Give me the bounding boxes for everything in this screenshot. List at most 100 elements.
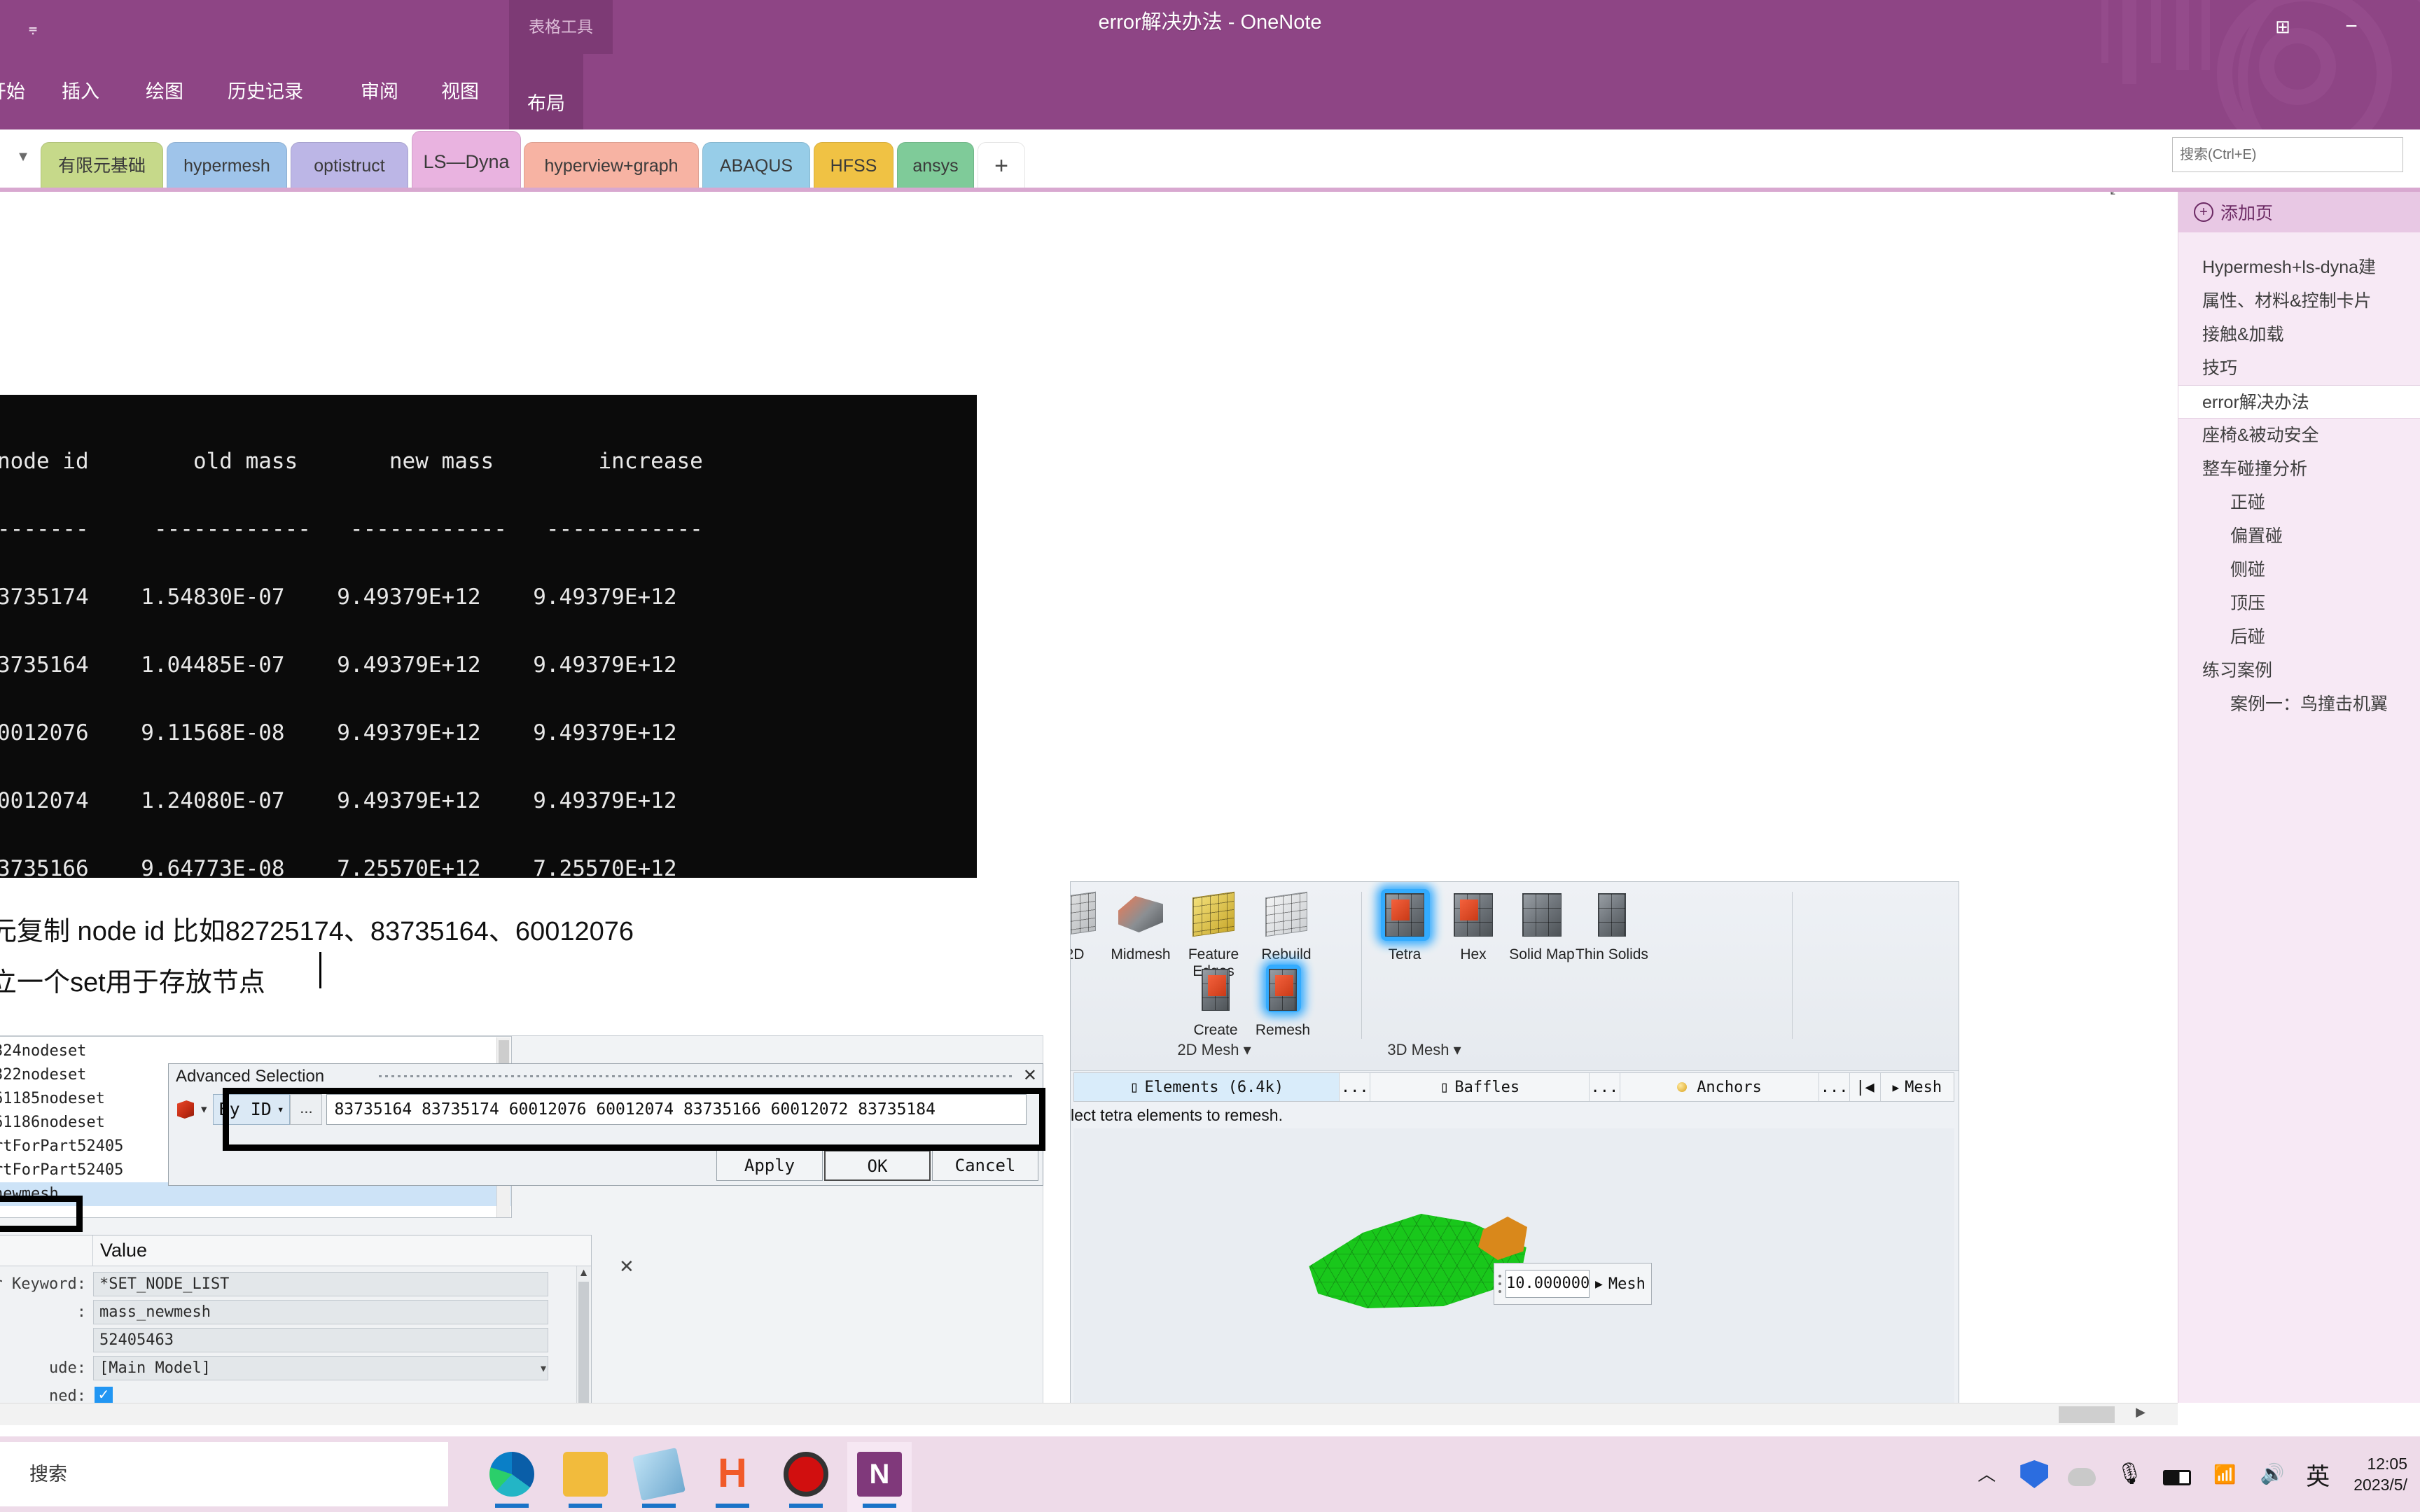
battery-icon[interactable] <box>2163 1469 2192 1485</box>
ribbon-button-tetra[interactable]: Tetra <box>1368 889 1441 963</box>
add-section-button[interactable]: + <box>978 142 1025 189</box>
ribbon-button-solid-map[interactable]: Solid Map <box>1505 889 1578 963</box>
ribbon-display-options-icon[interactable]: ⊞ <box>2258 10 2308 43</box>
reset-icon[interactable]: |◀ <box>1850 1073 1881 1101</box>
page-canvas[interactable]: ⤢ node id old mass new mass increase ---… <box>0 192 2146 1403</box>
ribbon-button-thin-solids[interactable]: Thin Solids <box>1576 889 1648 963</box>
chevron-down-icon[interactable]: ▾ <box>1454 1041 1461 1058</box>
section-tab-hypermesh[interactable]: hypermesh <box>167 142 287 189</box>
selector-baffles-more[interactable]: ... <box>1590 1073 1620 1101</box>
mesh-size-popup[interactable]: 10.000000 ▶ Mesh <box>1494 1263 1652 1305</box>
cancel-button[interactable]: Cancel <box>932 1150 1038 1181</box>
property-value[interactable]: *SET_NODE_LIST <box>93 1272 548 1296</box>
selector-anchors[interactable]: Anchors <box>1620 1073 1820 1101</box>
page-item-full-vehicle-crash[interactable]: 整车碰撞分析 <box>2187 452 2420 486</box>
add-page-button[interactable]: + 添加页 <box>2178 192 2420 232</box>
ok-button[interactable]: OK <box>824 1150 931 1181</box>
ribbon-button-remesh[interactable]: Remesh <box>1246 965 1319 1039</box>
section-tab-finite-element-basics[interactable]: 有限元基础 <box>41 142 163 189</box>
ribbon-tab-history[interactable]: 历史记录 <box>228 78 303 106</box>
ime-indicator[interactable]: 英 <box>2306 1457 2330 1492</box>
expand-icon[interactable]: ⤢ <box>2104 192 2128 202</box>
apply-button[interactable]: Apply <box>716 1150 823 1181</box>
cloud-icon[interactable] <box>2068 1467 2096 1486</box>
page-item-properties-materials[interactable]: 属性、材料&控制卡片 <box>2187 284 2420 318</box>
mesh-size-input[interactable]: 10.000000 <box>1505 1270 1590 1298</box>
mesh-button[interactable]: ▶ Mesh <box>1881 1073 1954 1101</box>
close-icon[interactable]: ✕ <box>1023 1065 1037 1086</box>
property-value[interactable]: [Main Model] <box>93 1356 548 1380</box>
close-icon[interactable]: ✕ <box>619 1256 634 1278</box>
ribbon-tab-review[interactable]: 审阅 <box>361 78 398 106</box>
page-item-practice-cases[interactable]: 练习案例 <box>2187 654 2420 687</box>
section-tab-abaqus[interactable]: ABAQUS <box>702 142 810 189</box>
taskbar-app-edge[interactable] <box>480 1442 544 1512</box>
page-item-roof-crush[interactable]: 顶压 <box>2187 587 2420 620</box>
section-tab-hfss[interactable]: HFSS <box>814 142 893 189</box>
ribbon-tab-draw[interactable]: 绘图 <box>146 78 183 106</box>
property-row-checkbox[interactable]: ned: ✓ <box>0 1382 591 1403</box>
property-value[interactable]: mass_newmesh <box>93 1300 548 1324</box>
scrollbar-thumb[interactable] <box>2059 1406 2115 1423</box>
page-item-side-crash[interactable]: 侧碰 <box>2187 553 2420 587</box>
section-tab-ansys[interactable]: ansys <box>897 142 974 189</box>
ribbon-button-create[interactable]: Create <box>1179 965 1252 1039</box>
taskbar-app-file-explorer[interactable] <box>553 1442 618 1512</box>
property-row[interactable]: 52405463 <box>0 1326 591 1354</box>
property-row[interactable]: ude: [Main Model] ▾ <box>0 1354 591 1382</box>
section-tab-ls-dyna[interactable]: LS—Dyna <box>412 131 521 189</box>
list-item[interactable]: gid2324nodeset <box>0 1040 511 1063</box>
section-tab-optistruct[interactable]: optistruct <box>291 142 408 189</box>
page-item-seat-passive-safety[interactable]: 座椅&被动安全 <box>2187 419 2420 452</box>
taskbar-search-input[interactable]: 搜索 <box>0 1442 448 1506</box>
page-item-contact-loading[interactable]: 接触&加载 <box>2187 318 2420 351</box>
property-label: er Keyword: <box>0 1275 86 1293</box>
microphone-icon[interactable]: 🎙 <box>2115 1460 2143 1488</box>
ribbon-tab-start[interactable]: 开始 <box>0 78 25 106</box>
ribbon-tab-layout[interactable]: 布局 <box>509 54 583 130</box>
drag-grip-icon[interactable] <box>1494 1264 1505 1304</box>
taskbar-app-onenote[interactable]: N <box>847 1442 912 1512</box>
property-editor-scrollbar[interactable]: ▲ <box>576 1266 590 1403</box>
property-row[interactable]: er Keyword: *SET_NODE_LIST <box>0 1270 591 1298</box>
page-item-case-one[interactable]: 案例一：鸟撞击机翼 <box>2187 687 2420 721</box>
ribbon-tab-insert[interactable]: 插入 <box>62 78 99 106</box>
scroll-up-icon[interactable]: ▲ <box>577 1266 590 1280</box>
wifi-icon[interactable]: 📶 <box>2211 1460 2239 1488</box>
selector-elements[interactable]: ▯ Elements (6.4k) <box>1074 1073 1340 1101</box>
selector-baffles[interactable]: ▯ Baffles <box>1370 1073 1590 1101</box>
scroll-right-icon[interactable]: ▶ <box>2136 1405 2146 1420</box>
section-tab-hyperview-graph[interactable]: hyperview+graph <box>524 142 699 189</box>
play-icon[interactable]: ▶ <box>1590 1277 1608 1292</box>
page-item-frontal-crash[interactable]: 正碰 <box>2187 486 2420 519</box>
entity-selector-icon[interactable] <box>174 1098 198 1121</box>
3d-viewport[interactable]: Z 10.000000 ▶ Mesh <box>1073 1128 1954 1403</box>
page-item-rear-crash[interactable]: 后碰 <box>2187 620 2420 654</box>
page-item-tips[interactable]: 技巧 <box>2187 351 2420 385</box>
page-item-error-solutions[interactable]: error解决办法 <box>2178 385 2420 419</box>
page-scrollbar-horizontal[interactable]: ▶ <box>0 1403 2178 1425</box>
search-input[interactable]: 搜索(Ctrl+E) <box>2172 137 2403 172</box>
selector-anchors-more[interactable]: ... <box>1819 1073 1850 1101</box>
checkbox-checked[interactable]: ✓ <box>95 1387 113 1403</box>
ribbon-tab-view[interactable]: 视图 <box>441 78 479 106</box>
speaker-icon[interactable]: 🔊 <box>2258 1460 2286 1488</box>
ribbon-button-midmesh[interactable]: Midmesh <box>1104 889 1177 963</box>
chevron-down-icon[interactable]: ▾ <box>201 1102 207 1116</box>
minimize-icon[interactable]: − <box>2326 10 2377 43</box>
page-item-hypermesh-lsdyna[interactable]: Hypermesh+ls-dyna建 <box>2187 251 2420 284</box>
chevron-down-icon[interactable]: ▾ <box>541 1362 546 1376</box>
taskbar-app-sticky-notes[interactable] <box>627 1442 691 1512</box>
taskbar-clock[interactable]: 12:05 2023/5/ <box>2353 1453 2407 1495</box>
shield-icon[interactable] <box>2020 1460 2049 1488</box>
taskbar-app-hypermesh[interactable]: H <box>700 1442 765 1512</box>
property-value[interactable]: 52405463 <box>93 1328 548 1352</box>
chevron-down-icon[interactable]: ▼ <box>13 149 34 170</box>
ribbon-button-hex[interactable]: Hex <box>1437 889 1510 963</box>
selector-elements-more[interactable]: ... <box>1340 1073 1371 1101</box>
page-item-offset-crash[interactable]: 偏置碰 <box>2187 519 2420 553</box>
ribbon-button-rebuild[interactable]: Rebuild <box>1250 889 1323 963</box>
chevron-up-icon[interactable]: ︿ <box>1973 1460 2001 1488</box>
taskbar-app-recorder[interactable] <box>774 1442 838 1512</box>
property-row[interactable]: : mass_newmesh <box>0 1298 591 1326</box>
